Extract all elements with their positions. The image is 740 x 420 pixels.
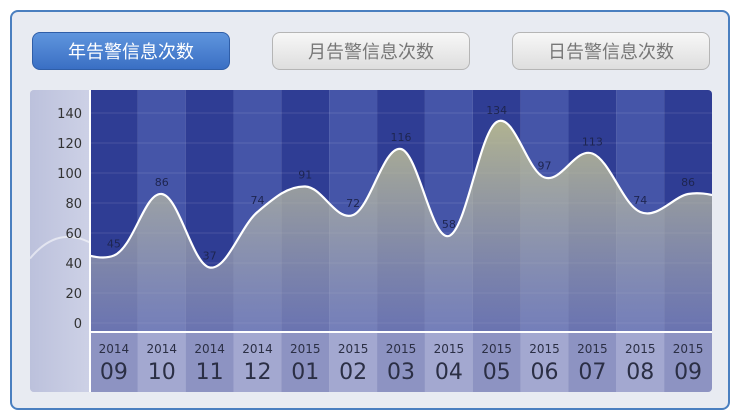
y-tick-label: 20 — [65, 287, 82, 302]
x-tick-month: 01 — [291, 360, 319, 385]
x-tick-month: 03 — [387, 360, 415, 385]
data-label: 74 — [250, 194, 264, 207]
x-tick-year: 2015 — [481, 342, 512, 356]
x-tick-year: 2014 — [99, 342, 130, 356]
x-tick-month: 09 — [100, 360, 128, 385]
x-tick-month: 11 — [196, 360, 224, 385]
data-label: 91 — [298, 169, 312, 182]
x-tick-year: 2015 — [625, 342, 656, 356]
x-tick-year: 2015 — [577, 342, 608, 356]
data-label: 45 — [107, 238, 121, 251]
tab-monthly-alarms[interactable]: 月告警信息次数 — [272, 32, 470, 70]
x-tick-year: 2014 — [194, 342, 225, 356]
data-label: 134 — [486, 104, 507, 117]
y-tick-label: 80 — [65, 197, 82, 212]
x-tick-month: 12 — [243, 360, 271, 385]
x-tick-year: 2015 — [529, 342, 560, 356]
x-tick-month: 02 — [339, 360, 367, 385]
data-label: 86 — [681, 176, 695, 189]
data-label: 72 — [346, 197, 360, 210]
x-tick-year: 2015 — [338, 342, 369, 356]
x-tick-year: 2014 — [242, 342, 273, 356]
x-tick-month: 10 — [148, 360, 176, 385]
x-tick-month: 04 — [435, 360, 463, 385]
x-tick-year: 2015 — [290, 342, 321, 356]
chart-panel: 年告警信息次数 月告警信息次数 日告警信息次数 0 20 40 60 80 10… — [10, 10, 730, 410]
chart-area: 0 20 40 60 80 100 120 140 45 86 37 74 91 72 116 58 134 9… — [30, 90, 712, 392]
data-label: 58 — [442, 218, 456, 231]
alarm-count-chart: 020406080100120140 458637749172116581349… — [30, 90, 712, 392]
y-tick-label: 0 — [74, 317, 82, 332]
x-tick-month: 09 — [674, 360, 702, 385]
data-label: 116 — [391, 131, 412, 144]
data-label: 74 — [633, 194, 647, 207]
x-tick-year: 2015 — [434, 342, 465, 356]
data-label: 86 — [155, 176, 169, 189]
data-label: 37 — [203, 250, 217, 263]
x-tick-month: 08 — [626, 360, 654, 385]
y-tick-label: 100 — [57, 167, 82, 182]
y-tick-label: 120 — [57, 137, 82, 152]
x-tick-month: 07 — [578, 360, 606, 385]
data-label: 97 — [538, 160, 552, 173]
y-tick-label: 60 — [65, 227, 82, 242]
y-tick-label: 140 — [57, 107, 82, 122]
x-tick-month: 05 — [483, 360, 511, 385]
data-label: 113 — [582, 136, 603, 149]
tab-yearly-alarms[interactable]: 年告警信息次数 — [32, 32, 230, 70]
x-tick-year: 2015 — [386, 342, 417, 356]
y-tick-label: 40 — [65, 257, 82, 272]
x-tick-month: 06 — [531, 360, 559, 385]
x-tick-year: 2014 — [146, 342, 177, 356]
tab-daily-alarms[interactable]: 日告警信息次数 — [512, 32, 710, 70]
x-tick-year: 2015 — [673, 342, 704, 356]
